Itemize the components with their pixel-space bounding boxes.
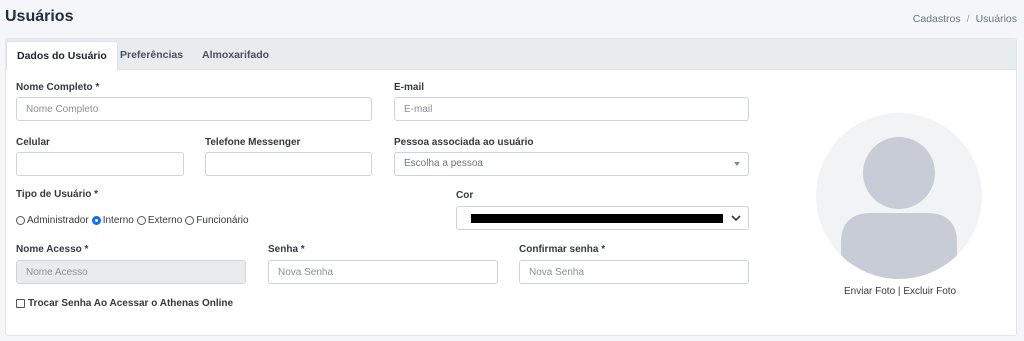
nome-completo-label: Nome Completo * — [16, 82, 100, 93]
radio-externo[interactable]: Externo — [136, 215, 183, 226]
radio-administrador[interactable]: Administrador — [16, 215, 89, 226]
radio-circle-icon — [16, 216, 25, 225]
radio-label-interno: Interno — [102, 215, 134, 226]
checkbox-icon — [16, 299, 25, 308]
radio-funcionario[interactable]: Funcionário — [185, 215, 249, 226]
tab-bar: Dados do Usuário Preferências Almoxarifa… — [6, 39, 1016, 71]
nome-acesso-label: Nome Acesso * — [16, 244, 89, 255]
telefone-messenger-label: Telefone Messenger — [205, 137, 301, 148]
radio-interno[interactable]: Interno — [91, 215, 134, 226]
tipo-usuario-label: Tipo de Usuário * — [16, 189, 99, 200]
radio-label-funcionario: Funcionário — [196, 215, 249, 226]
confirmar-senha-label: Confirmar senha * — [519, 244, 606, 255]
radio-circle-icon — [185, 216, 195, 225]
celular-input[interactable] — [16, 152, 184, 176]
user-form-card: Dados do Usuário Preferências Almoxarifa… — [5, 38, 1017, 336]
chevron-down-icon — [731, 215, 741, 222]
avatar — [816, 113, 982, 279]
email-label: E-mail — [394, 82, 425, 93]
user-placeholder-icon — [841, 137, 957, 279]
pessoa-select-placeholder: Escolha a pessoa — [404, 158, 483, 169]
tipo-usuario-radio-group: Administrador Interno Externo Funcionári… — [16, 215, 252, 226]
pessoa-select[interactable]: Escolha a pessoa — [394, 152, 749, 176]
nome-completo-input[interactable] — [16, 97, 372, 121]
radio-checked-icon — [91, 216, 101, 225]
trocar-senha-checkbox[interactable]: Trocar Senha Ao Acessar o Athenas Online — [16, 298, 233, 309]
radio-circle-icon — [136, 216, 146, 225]
trocar-senha-label: Trocar Senha Ao Acessar o Athenas Online — [28, 298, 234, 309]
email-input[interactable] — [394, 97, 749, 121]
photo-actions: Enviar Foto | Excluir Foto — [844, 286, 956, 297]
radio-label-administrador: Administrador — [27, 215, 89, 226]
confirmar-senha-input[interactable] — [519, 260, 749, 284]
tab-almoxarifado[interactable]: Almoxarifado — [192, 41, 279, 71]
page-title: Usuários — [5, 8, 74, 25]
pessoa-label: Pessoa associada ao usuário — [394, 137, 534, 148]
senha-input[interactable] — [268, 260, 498, 284]
radio-label-externo: Externo — [147, 215, 183, 226]
breadcrumb-separator: / — [966, 13, 970, 25]
tab-preferencias[interactable]: Preferências — [110, 41, 193, 71]
photo-links-separator: | — [897, 286, 901, 297]
breadcrumb-item-cadastros[interactable]: Cadastros — [913, 13, 961, 25]
telefone-messenger-input[interactable] — [205, 152, 372, 176]
celular-label: Celular — [16, 137, 50, 148]
color-swatch — [471, 214, 723, 223]
cor-select[interactable] — [456, 206, 749, 230]
excluir-foto-link[interactable]: Excluir Foto — [903, 286, 956, 297]
tab-dados-do-usuario[interactable]: Dados do Usuário — [6, 41, 118, 71]
breadcrumb-item-usuarios: Usuários — [975, 13, 1017, 25]
cor-label: Cor — [456, 190, 474, 201]
nome-acesso-input — [16, 260, 246, 284]
enviar-foto-link[interactable]: Enviar Foto — [844, 286, 895, 297]
caret-down-icon — [734, 162, 740, 166]
senha-label: Senha * — [268, 244, 305, 255]
breadcrumb: Cadastros / Usuários — [913, 13, 1017, 25]
